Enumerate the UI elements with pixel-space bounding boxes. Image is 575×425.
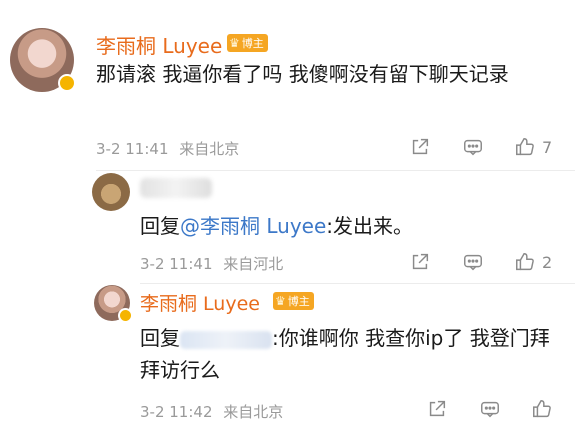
blogger-badge-label: 博主 <box>241 37 264 50</box>
comment-text: 那请滚 我逼你看了吗 我傻啊没有留下聊天记录 <box>96 62 509 86</box>
like-count: 2 <box>542 252 553 272</box>
divider <box>140 283 575 284</box>
mention-link[interactable]: @李雨桐 Luyee <box>180 214 326 238</box>
share-button[interactable] <box>426 398 448 420</box>
like-icon <box>533 400 551 418</box>
comment-icon <box>464 254 482 271</box>
comment-date: 3-2 11:41 <box>140 255 213 273</box>
share-button[interactable] <box>409 136 431 158</box>
comment-meta: 3-2 11:41 来自河北 <box>140 253 283 274</box>
reply-prefix: 回复 <box>140 326 180 350</box>
blurred-mention[interactable] <box>180 330 272 349</box>
comment-location: 来自北京 <box>179 140 240 158</box>
share-icon <box>412 138 429 155</box>
like-button[interactable]: 7 <box>514 136 552 158</box>
blogger-badge: ♛ 博主 <box>273 292 314 310</box>
verified-badge-icon <box>58 74 76 92</box>
comment-text: 回复@李雨桐 Luyee:发出来。 <box>140 210 560 242</box>
comment-date: 3-2 11:41 <box>96 140 169 158</box>
like-icon <box>516 138 534 156</box>
blogger-badge-label: 博主 <box>287 295 310 308</box>
reply-text: :发出来。 <box>326 214 414 238</box>
crown-icon: ♛ <box>229 36 240 50</box>
verified-badge-icon <box>118 308 133 323</box>
share-icon <box>412 253 429 270</box>
comment-location: 来自河北 <box>223 255 284 273</box>
comment-location: 来自北京 <box>223 403 284 421</box>
comment-text: 回复:你谁啊你 我查你ip了 我登门拜拜访行么 <box>140 322 550 386</box>
share-button[interactable] <box>409 251 431 273</box>
comment-icon <box>481 401 499 418</box>
comment-date: 3-2 11:42 <box>140 403 213 421</box>
like-button[interactable] <box>531 398 553 420</box>
crown-icon: ♛ <box>275 294 286 308</box>
like-count: 7 <box>542 137 553 157</box>
share-icon <box>429 400 446 417</box>
blurred-username <box>140 178 212 198</box>
comment-meta: 3-2 11:41 来自北京 <box>96 138 239 159</box>
blogger-badge: ♛ 博主 <box>227 34 268 52</box>
comment-meta: 3-2 11:42 来自北京 <box>140 401 283 422</box>
avatar[interactable] <box>92 173 130 211</box>
comment-icon <box>464 139 482 156</box>
reply-prefix: 回复 <box>140 214 180 238</box>
like-button[interactable]: 2 <box>514 251 552 273</box>
comment-button[interactable] <box>462 251 484 273</box>
username[interactable]: 李雨桐 Luyee <box>96 30 222 59</box>
divider <box>96 170 575 171</box>
comment-button[interactable] <box>479 398 501 420</box>
comment-button[interactable] <box>462 136 484 158</box>
username[interactable]: 李雨桐 Luyee <box>140 289 260 316</box>
like-icon <box>516 253 534 271</box>
